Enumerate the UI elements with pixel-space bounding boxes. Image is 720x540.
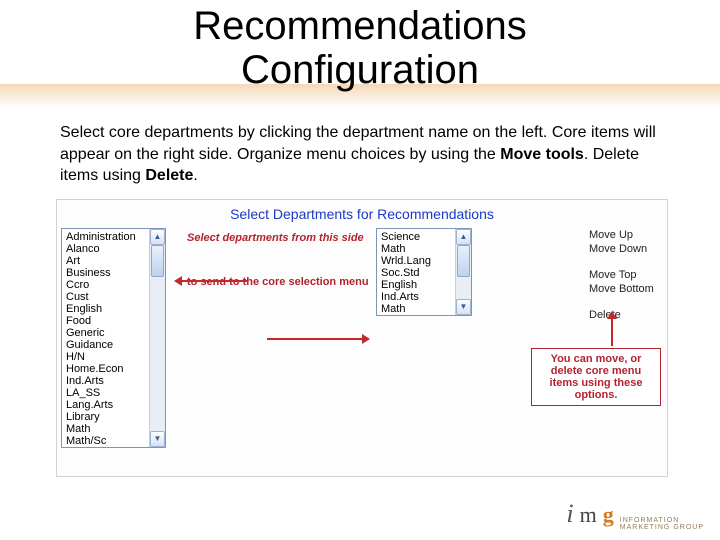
intro-c: . [193, 167, 197, 184]
page-title: Recommendations Configuration [0, 0, 720, 92]
scrollbar[interactable]: ▲ ▼ [149, 229, 165, 447]
scroll-thumb[interactable] [457, 245, 470, 277]
title-band: Recommendations Configuration [0, 0, 720, 108]
title-line1: Recommendations [193, 4, 527, 48]
title-line2: Configuration [241, 48, 479, 92]
move-top-button[interactable]: Move Top [589, 268, 661, 282]
scroll-thumb[interactable] [151, 245, 164, 277]
app-title: Select Departments for Recommendations [57, 200, 667, 228]
caption-select: Select departments from this side [187, 232, 377, 244]
delete-button[interactable]: Delete [589, 308, 661, 322]
logo-m: m [580, 502, 597, 528]
note-box: You can move, or delete core menu items … [531, 348, 661, 406]
scroll-down-icon[interactable]: ▼ [150, 431, 165, 447]
intro-bold-move: Move tools [500, 146, 584, 163]
core-listbox[interactable]: ScienceMathWrld.LangSoc.StdEnglishInd.Ar… [376, 228, 472, 316]
scrollbar[interactable]: ▲ ▼ [455, 229, 471, 315]
logo-tag2: MARKETING GROUP [620, 524, 704, 531]
intro-text: Select core departments by clicking the … [60, 122, 660, 187]
scroll-down-icon[interactable]: ▼ [456, 299, 471, 315]
move-bottom-button[interactable]: Move Bottom [589, 282, 661, 296]
app-window: Select Departments for Recommendations A… [56, 199, 668, 477]
departments-listbox[interactable]: AdministrationAlancoArtBusinessCcroCustE… [61, 228, 166, 448]
scroll-up-icon[interactable]: ▲ [150, 229, 165, 245]
logo-tag1: INFORMATION [620, 517, 679, 524]
arrow-left-icon [177, 280, 247, 282]
logo-g: g [603, 502, 614, 528]
move-up-button[interactable]: Move Up [589, 228, 661, 242]
note-arrow-icon [611, 314, 613, 346]
move-down-button[interactable]: Move Down [589, 242, 661, 256]
panel-row: AdministrationAlancoArtBusinessCcroCustE… [57, 228, 667, 456]
logo: img INFORMATION MARKETING GROUP [566, 499, 704, 532]
logo-i: i [566, 499, 573, 529]
intro-bold-delete: Delete [145, 167, 193, 184]
move-buttons: Move Up Move Down Move Top Move Bottom D… [589, 228, 661, 322]
list-item[interactable]: Music [66, 447, 165, 448]
scroll-up-icon[interactable]: ▲ [456, 229, 471, 245]
arrow-right-icon [267, 338, 367, 340]
logo-tagline: INFORMATION MARKETING GROUP [620, 517, 704, 532]
caption-send: to send to the core selection menu [187, 276, 377, 288]
